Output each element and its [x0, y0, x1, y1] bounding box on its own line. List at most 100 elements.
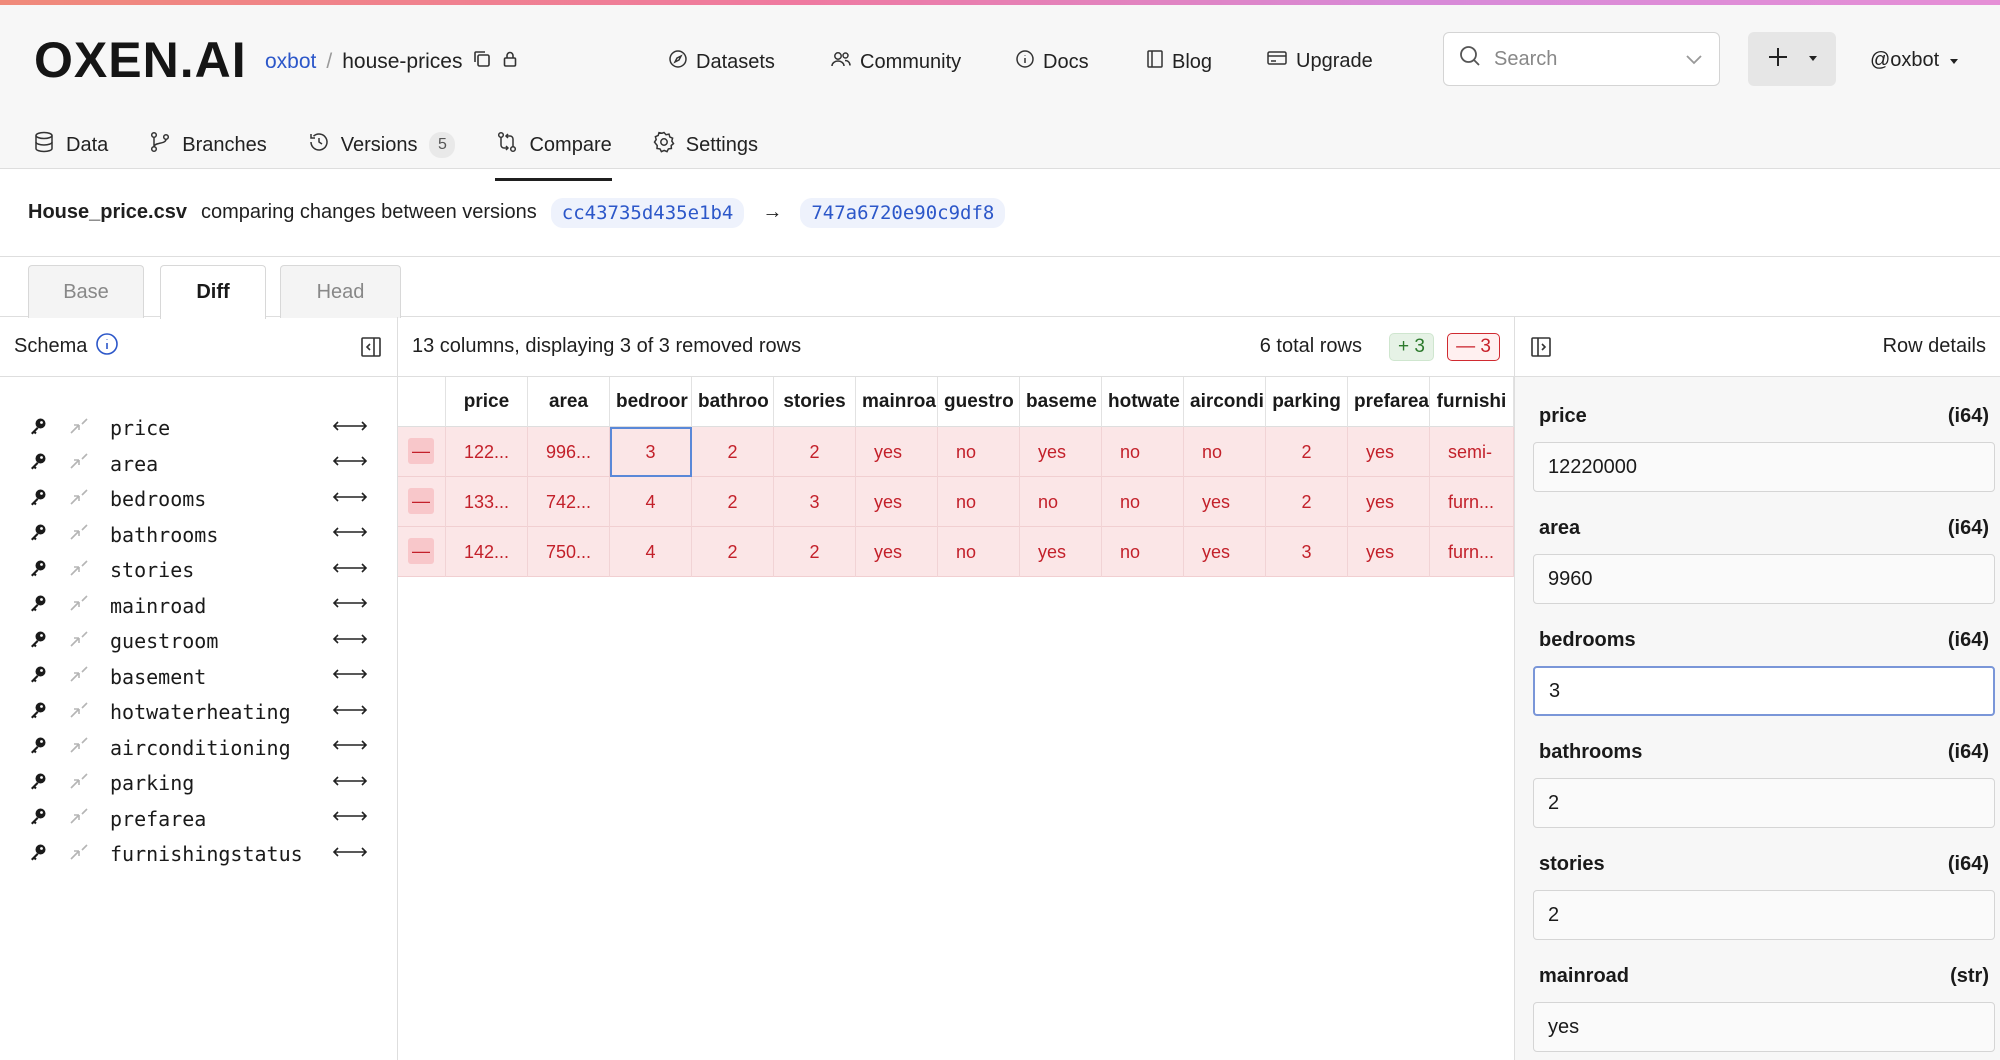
table-cell[interactable]: 142... — [446, 527, 528, 577]
head-version-sha[interactable]: 747a6720e90c9df8 — [800, 197, 1006, 228]
table-cell[interactable]: 750... — [528, 527, 610, 577]
table-cell[interactable]: 3 — [610, 427, 692, 477]
table-cell[interactable]: 2 — [692, 477, 774, 527]
table-cell[interactable]: 4 — [610, 477, 692, 527]
table-cell[interactable]: 4 — [610, 527, 692, 577]
added-rows-badge[interactable]: + 3 — [1389, 333, 1434, 361]
new-item-button[interactable] — [1748, 32, 1836, 86]
column-header[interactable]: furnishi — [1430, 377, 1514, 427]
detail-field-input[interactable]: 2 — [1533, 890, 1995, 940]
column-header[interactable]: baseme — [1020, 377, 1102, 427]
table-cell[interactable]: 2 — [1266, 427, 1348, 477]
table-cell[interactable]: 3 — [1266, 527, 1348, 577]
view-tab-head[interactable]: Head — [280, 265, 401, 318]
schema-column-row[interactable]: prefarea — [28, 804, 368, 834]
schema-column-row[interactable]: parking — [28, 768, 368, 798]
table-cell[interactable]: yes — [856, 477, 938, 527]
column-header[interactable]: bedroor — [610, 377, 692, 427]
nav-upgrade[interactable]: Upgrade — [1266, 49, 1373, 73]
table-cell[interactable]: no — [938, 477, 1020, 527]
base-version-sha[interactable]: cc43735d435e1b4 — [550, 197, 745, 228]
table-cell[interactable]: 2 — [692, 427, 774, 477]
detail-field-input[interactable]: 9960 — [1533, 554, 1995, 604]
schema-column-row[interactable]: mainroad — [28, 591, 368, 621]
tab-data[interactable]: Data — [32, 123, 108, 167]
table-cell[interactable]: 742... — [528, 477, 610, 527]
column-header[interactable]: hotwate — [1102, 377, 1184, 427]
removed-table-row[interactable]: —122... 996... 3 2 2 yes no yes no no 2 yes semi- — [398, 427, 1514, 477]
column-header[interactable]: bathroo — [692, 377, 774, 427]
schema-column-row[interactable]: price — [28, 413, 368, 443]
table-cell[interactable]: no — [1184, 427, 1266, 477]
table-cell[interactable]: yes — [1020, 527, 1102, 577]
column-header[interactable]: aircondi — [1184, 377, 1266, 427]
removed-rows-badge[interactable]: — 3 — [1447, 333, 1500, 361]
table-cell[interactable]: no — [1020, 477, 1102, 527]
schema-column-row[interactable]: basement — [28, 662, 368, 692]
tab-settings[interactable]: Settings — [652, 123, 758, 167]
collapse-panel-icon[interactable] — [359, 335, 383, 365]
detail-field-input[interactable]: yes — [1533, 1002, 1995, 1052]
oxen-logo[interactable]: OXEN.AI — [34, 31, 247, 89]
table-cell[interactable]: yes — [1020, 427, 1102, 477]
copy-icon[interactable] — [462, 49, 492, 75]
view-tab-base[interactable]: Base — [28, 265, 144, 318]
tab-branches[interactable]: Branches — [148, 123, 267, 167]
table-cell[interactable]: yes — [1348, 527, 1430, 577]
column-header[interactable]: prefarea — [1348, 377, 1430, 427]
column-header[interactable]: price — [446, 377, 528, 427]
table-cell[interactable]: 2 — [692, 527, 774, 577]
detail-field-input[interactable]: 3 — [1533, 666, 1995, 716]
table-cell[interactable]: no — [1102, 527, 1184, 577]
table-cell[interactable]: 996... — [528, 427, 610, 477]
table-cell[interactable]: 133... — [446, 477, 528, 527]
table-cell[interactable]: 2 — [774, 527, 856, 577]
column-header[interactable]: stories — [774, 377, 856, 427]
schema-column-row[interactable]: area — [28, 449, 368, 479]
table-cell[interactable]: no — [1102, 427, 1184, 477]
detail-field-input[interactable]: 12220000 — [1533, 442, 1995, 492]
collapse-panel-icon[interactable] — [1529, 335, 1553, 365]
schema-column-row[interactable]: stories — [28, 555, 368, 585]
view-tab-diff[interactable]: Diff — [160, 265, 266, 319]
schema-column-row[interactable]: guestroom — [28, 626, 368, 656]
table-cell[interactable]: 3 — [774, 477, 856, 527]
detail-field-input[interactable]: 2 — [1533, 778, 1995, 828]
table-cell[interactable]: yes — [1348, 477, 1430, 527]
search-box[interactable]: Search — [1443, 32, 1720, 86]
table-cell[interactable]: yes — [856, 527, 938, 577]
table-cell[interactable]: furn... — [1430, 527, 1514, 577]
schema-column-row[interactable]: hotwaterheating — [28, 697, 368, 727]
table-cell[interactable]: 2 — [1266, 477, 1348, 527]
nav-datasets[interactable]: Datasets — [668, 49, 775, 75]
removed-table-row[interactable]: —133... 742... 4 2 3 yes no no no yes 2 yes furn... — [398, 477, 1514, 527]
chevron-down-icon[interactable] — [1685, 48, 1703, 71]
column-header[interactable]: area — [528, 377, 610, 427]
table-cell[interactable]: no — [938, 427, 1020, 477]
nav-docs[interactable]: Docs — [1015, 49, 1089, 75]
table-cell[interactable]: yes — [1184, 477, 1266, 527]
table-cell[interactable]: semi- — [1430, 427, 1514, 477]
schema-column-row[interactable]: furnishingstatus — [28, 839, 368, 869]
user-menu[interactable]: @oxbot — [1870, 49, 1959, 72]
table-cell[interactable]: yes — [1184, 527, 1266, 577]
column-header[interactable]: mainroa — [856, 377, 938, 427]
column-header[interactable]: guestro — [938, 377, 1020, 427]
tab-compare[interactable]: Compare — [495, 123, 613, 181]
nav-blog[interactable]: Blog — [1146, 49, 1212, 75]
table-cell[interactable]: no — [1102, 477, 1184, 527]
column-header[interactable]: parking — [1266, 377, 1348, 427]
nav-community[interactable]: Community — [830, 49, 961, 75]
tab-versions[interactable]: Versions 5 — [307, 123, 456, 167]
table-cell[interactable]: furn... — [1430, 477, 1514, 527]
schema-column-row[interactable]: airconditioning — [28, 733, 368, 763]
info-icon[interactable] — [95, 332, 119, 362]
schema-column-row[interactable]: bedrooms — [28, 484, 368, 514]
repo-owner-link[interactable]: oxbot — [265, 50, 316, 74]
table-cell[interactable]: yes — [1348, 427, 1430, 477]
table-cell[interactable]: no — [938, 527, 1020, 577]
table-cell[interactable]: yes — [856, 427, 938, 477]
removed-table-row[interactable]: —142... 750... 4 2 2 yes no yes no yes 3 yes furn... — [398, 527, 1514, 577]
schema-column-row[interactable]: bathrooms — [28, 520, 368, 550]
table-cell[interactable]: 2 — [774, 427, 856, 477]
